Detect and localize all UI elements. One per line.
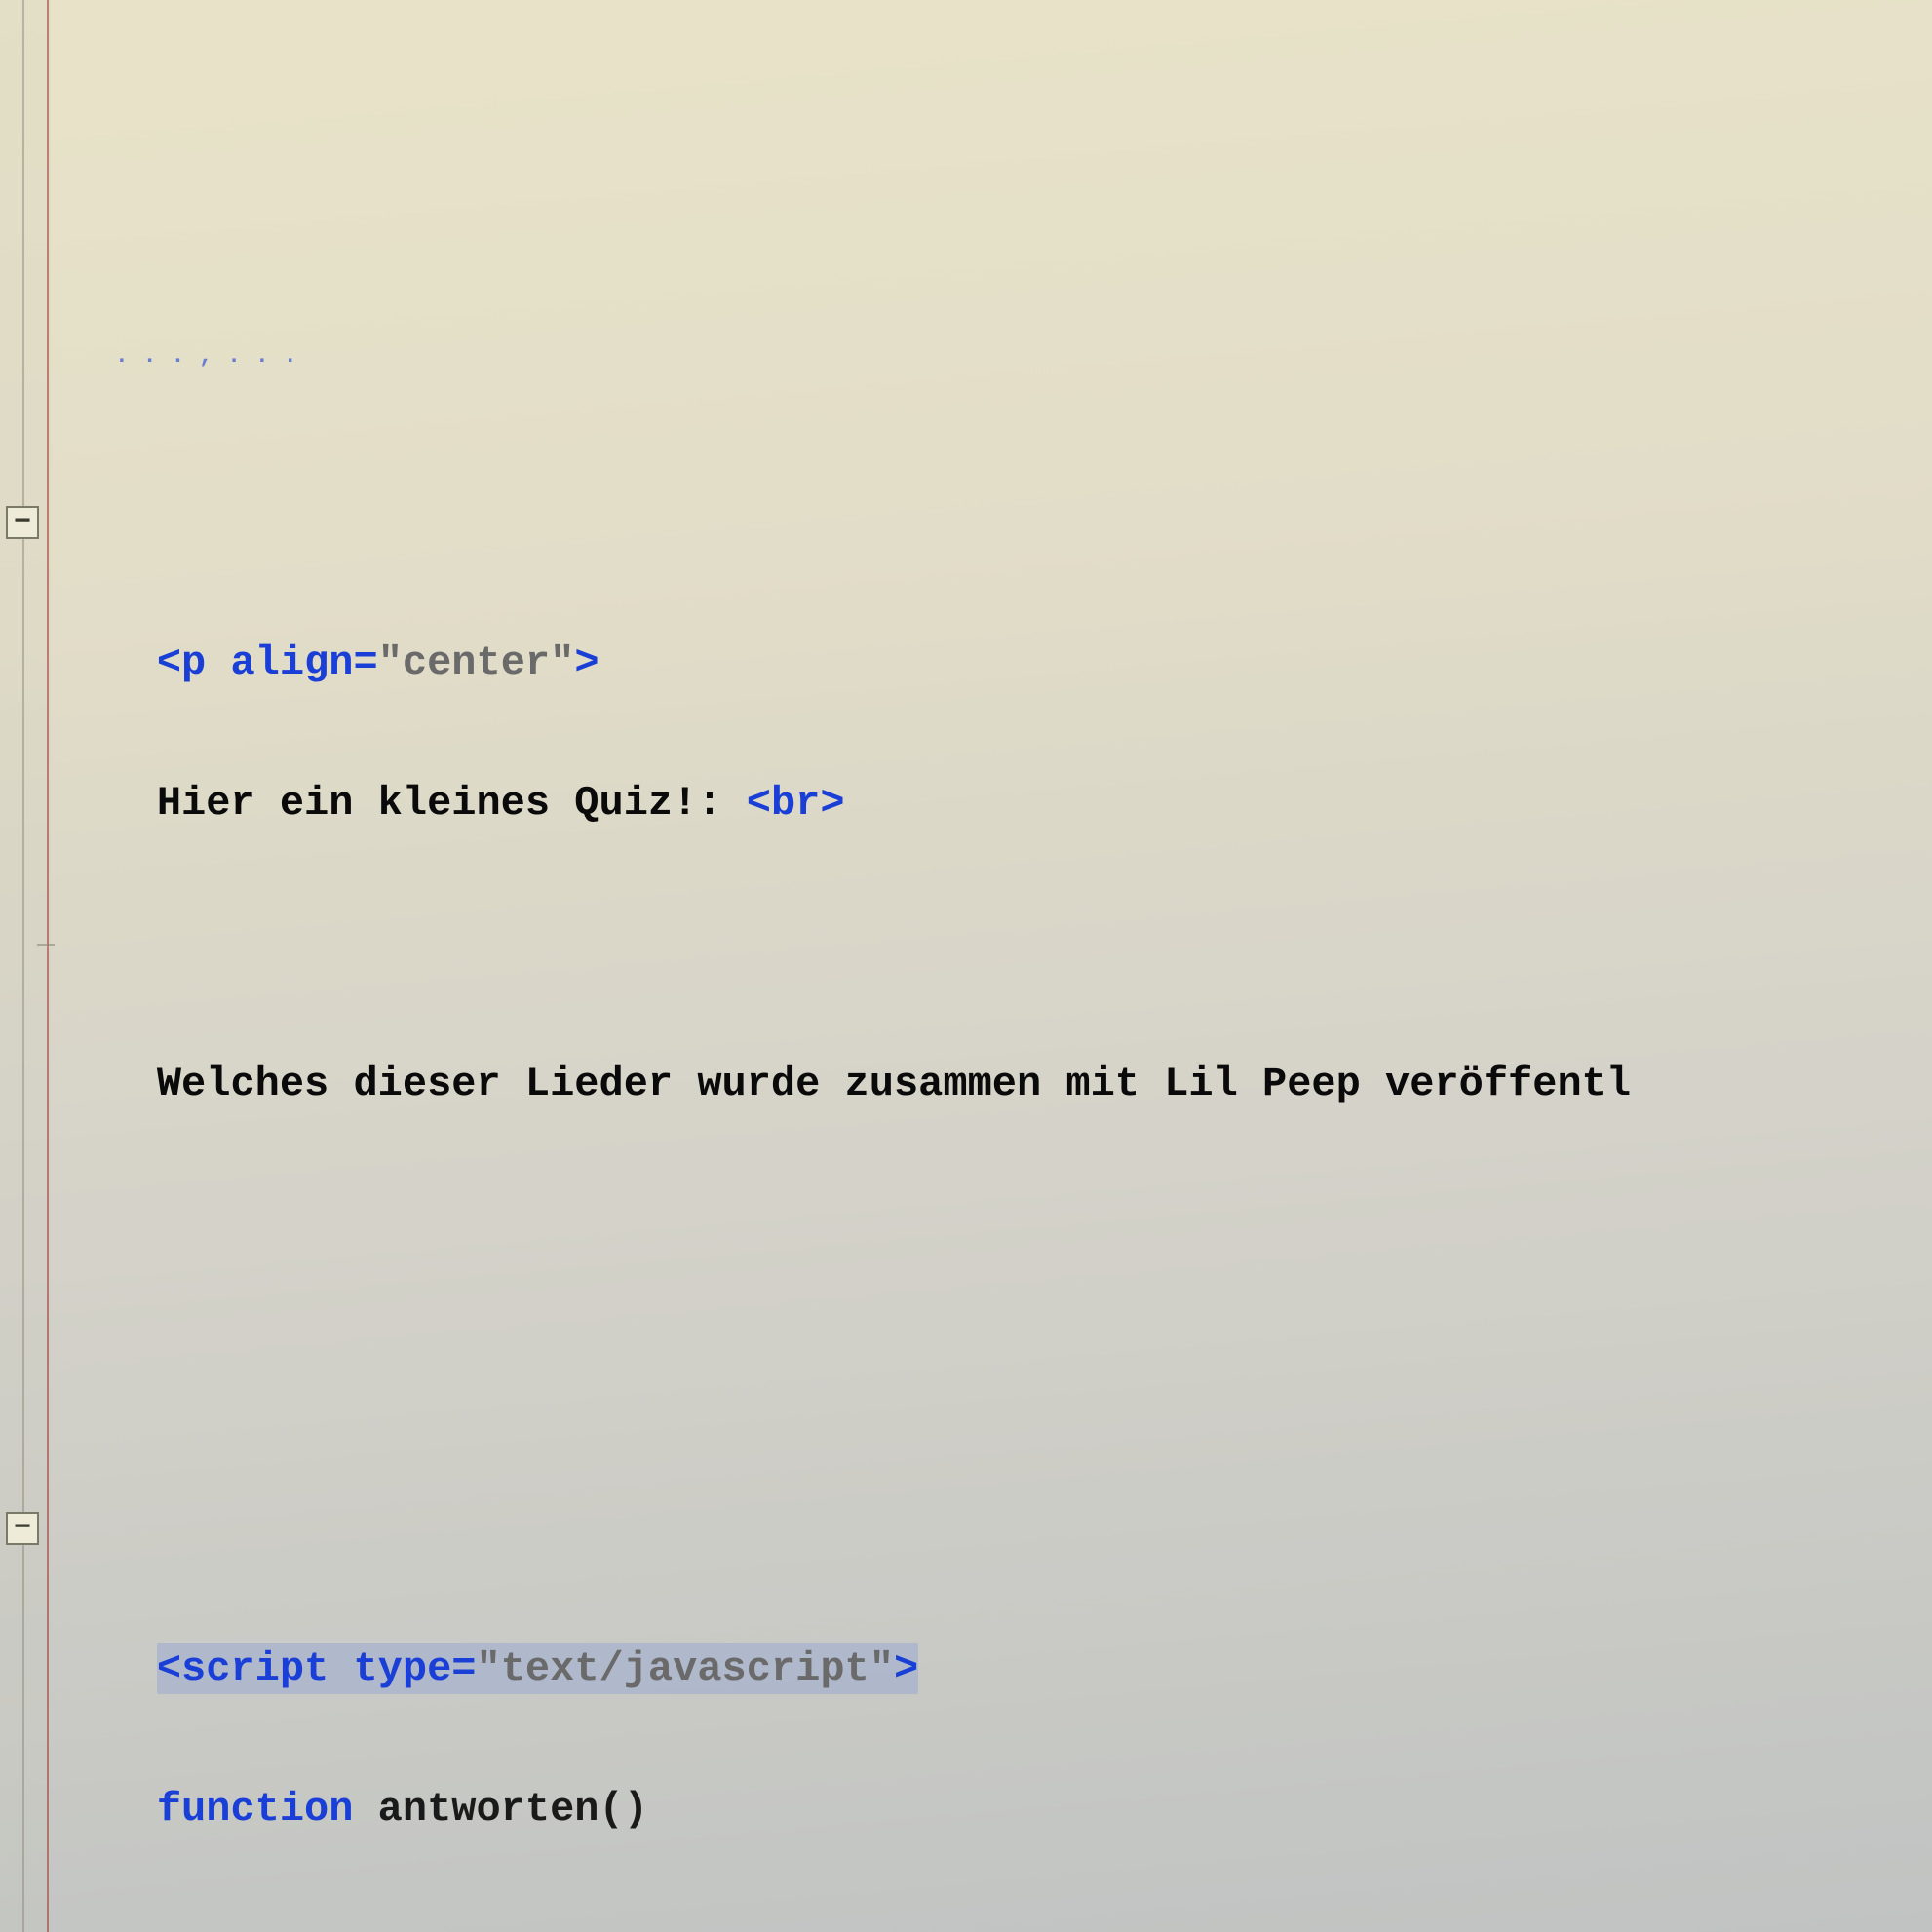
attr-name: align= [206,639,377,686]
attr-value: "center" [378,639,575,686]
code-editor[interactable]: . . . , . . . − <p align="center"> Hier … [0,0,1932,1932]
fold-minus-icon[interactable]: − [6,1512,39,1545]
tag-open: <script [157,1645,328,1692]
code-line-empty[interactable] [0,1283,1932,1353]
code-fragment: . . . , . . . [115,343,297,369]
code-line-empty[interactable] [0,1119,1932,1189]
attr-value: "text/javascript" [477,1645,894,1692]
tag-close: > [574,639,599,686]
fold-dash-icon [37,944,55,946]
tag-close: > [894,1645,918,1692]
tag-br: <br> [747,780,845,827]
function-name: antworten() [353,1786,647,1833]
attr-name: type= [328,1645,476,1692]
code-line[interactable]: − <p align="center"> [0,487,1932,558]
code-line[interactable]: − <script type="text/javascript"> [0,1493,1932,1564]
text-content: Hier ein kleines Quiz!: [157,780,747,827]
text-content: Welches dieser Lieder wurde zusammen mit… [157,1061,1631,1107]
code-line[interactable]: function antworten() [0,1704,1932,1774]
tag-open: <p [157,639,206,686]
code-line[interactable]: − { [0,1914,1932,1932]
code-line[interactable]: Hier ein kleines Quiz!: <br> [0,698,1932,768]
fold-minus-icon[interactable]: − [6,506,39,539]
keyword: function [157,1786,354,1833]
code-line[interactable]: . . . , . . . [0,328,1932,347]
code-line[interactable]: Welches dieser Lieder wurde zusammen mit… [0,908,1932,979]
